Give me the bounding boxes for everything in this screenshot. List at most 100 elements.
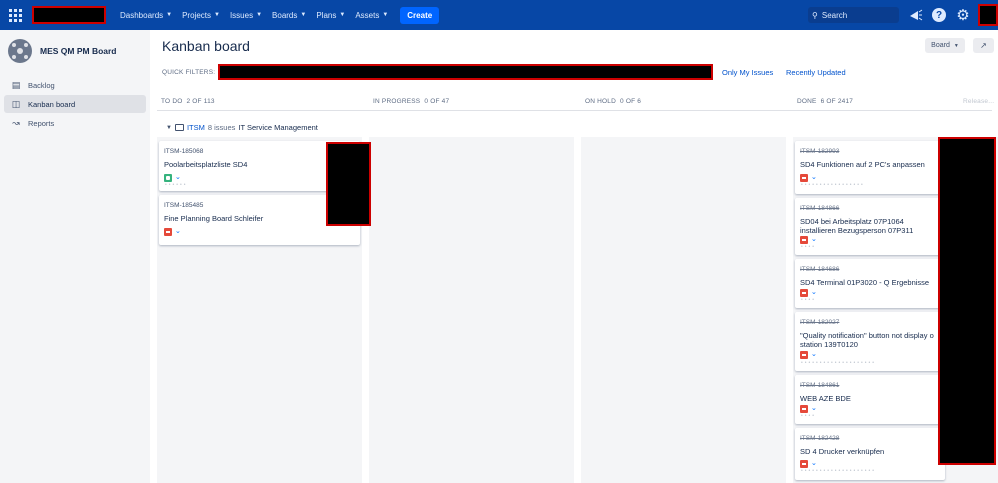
page-title: Kanban board bbox=[162, 38, 250, 54]
expand-icon[interactable]: ↗ bbox=[973, 38, 994, 53]
priority-low-icon: ⌄ bbox=[811, 289, 817, 296]
search-input[interactable] bbox=[821, 10, 892, 20]
bug-icon bbox=[800, 236, 808, 244]
days-in-column-dots: •••••••••••••••••••• bbox=[801, 360, 877, 366]
column-header-todo: TO DO 2 OF 113 bbox=[157, 92, 362, 110]
issue-card[interactable]: ITSM-182993 SD4 Funktionen auf 2 PC's an… bbox=[795, 141, 945, 194]
chevron-down-icon: ▼ bbox=[214, 12, 220, 18]
nav-projects[interactable]: Projects ▼ bbox=[182, 11, 220, 20]
project-name: MES QM PM Board bbox=[40, 46, 117, 56]
issue-key[interactable]: ITSM-185485 bbox=[164, 202, 203, 209]
chevron-down-icon: ▼ bbox=[339, 12, 346, 18]
column-count: 2 OF 113 bbox=[186, 97, 215, 105]
column-header-on-hold: ON HOLD 0 OF 6 bbox=[581, 92, 786, 110]
chevron-down-icon: ▼ bbox=[953, 42, 959, 49]
column-name: ON HOLD bbox=[585, 97, 617, 105]
issue-card[interactable]: ITSM-182027 "Quality notification" butto… bbox=[795, 312, 945, 371]
release-link[interactable]: Release... bbox=[963, 98, 994, 105]
main-content: Kanban board Board ▼ ↗ QUICK FILTERS: On… bbox=[150, 30, 998, 483]
priority-low-icon: ⌄ bbox=[811, 405, 817, 412]
column-count: 0 OF 47 bbox=[424, 97, 450, 105]
bug-icon bbox=[164, 228, 172, 236]
board-button-label: Board bbox=[931, 42, 950, 49]
issue-key[interactable]: ITSM-182027 bbox=[800, 319, 839, 326]
column-in-progress bbox=[369, 137, 574, 483]
days-in-column-dots: •••• bbox=[801, 244, 817, 250]
bug-icon bbox=[800, 289, 808, 297]
sidebar: MES QM PM Board ▤ Backlog ◫ Kanban board… bbox=[0, 30, 150, 483]
backlog-icon: ▤ bbox=[11, 79, 21, 90]
days-in-column-dots: ••••••••••••••••• bbox=[801, 182, 865, 188]
sidebar-item-backlog[interactable]: ▤ Backlog bbox=[4, 76, 146, 94]
settings-icon[interactable]: ⚙ bbox=[955, 7, 971, 24]
priority-low-icon: ⌄ bbox=[811, 351, 817, 358]
issue-key[interactable]: ITSM-184861 bbox=[800, 382, 839, 389]
story-icon bbox=[164, 174, 172, 182]
issue-card[interactable]: ITSM-184861 WEB AZE BDE ⌄ •••• bbox=[795, 375, 945, 424]
redacted-quick-filters bbox=[218, 64, 713, 80]
apps-icon[interactable] bbox=[6, 6, 24, 24]
bug-icon bbox=[800, 405, 808, 413]
swimlane-name: IT Service Management bbox=[238, 123, 318, 132]
issue-key[interactable]: ITSM-182993 bbox=[800, 148, 839, 155]
redacted-done-area bbox=[938, 137, 996, 465]
nav-issues[interactable]: Issues ▼ bbox=[230, 11, 262, 20]
quick-filters-label: QUICK FILTERS: bbox=[162, 69, 216, 76]
sidebar-item-label: Kanban board bbox=[28, 99, 76, 109]
swimlane-count: 8 issues bbox=[207, 123, 236, 132]
swimlane-header[interactable]: ▼ ITSM 8 issues IT Service Management bbox=[166, 123, 318, 132]
days-in-column-dots: •••• bbox=[801, 297, 817, 303]
create-button[interactable]: Create bbox=[400, 6, 440, 24]
column-name: IN PROGRESS bbox=[373, 97, 421, 105]
quick-filter-recently-updated[interactable]: Recently Updated bbox=[786, 68, 846, 77]
issue-card[interactable]: ITSM-182428 SD 4 Drucker verknüpfen ⌄ ••… bbox=[795, 428, 945, 480]
nav-assets[interactable]: Assets ▼ bbox=[355, 11, 388, 20]
sidebar-item-label: Reports bbox=[28, 118, 55, 128]
nav-boards[interactable]: Boards ▼ bbox=[272, 11, 306, 20]
swimlane-key: ITSM bbox=[186, 123, 205, 132]
days-in-column-dots: •••••••••••••••••••• bbox=[801, 468, 877, 474]
board-icon: ◫ bbox=[11, 98, 21, 109]
bug-icon bbox=[800, 460, 808, 468]
issue-summary: SD4 Funktionen auf 2 PC's anpassen bbox=[800, 160, 925, 169]
project-header: MES QM PM Board bbox=[0, 30, 150, 66]
issue-card[interactable]: ITSM-184866 SD04 bei Arbeitsplatz 07P106… bbox=[795, 198, 945, 255]
priority-low-icon: ⌄ bbox=[175, 174, 181, 181]
issue-summary: "Quality notification" button not displa… bbox=[800, 331, 934, 349]
days-in-column-dots: •••• bbox=[801, 413, 817, 419]
nav-dashboards[interactable]: Dashboards ▼ bbox=[120, 11, 172, 20]
column-header-done: DONE 6 OF 2417 Release... bbox=[793, 92, 998, 110]
issue-key[interactable]: ITSM-184686 bbox=[800, 266, 839, 273]
issue-key[interactable]: ITSM-182428 bbox=[800, 435, 839, 442]
nav-plans[interactable]: Plans ▼ bbox=[316, 11, 345, 20]
sidebar-item-kanban-board[interactable]: ◫ Kanban board bbox=[4, 95, 146, 113]
issue-key[interactable]: ITSM-184866 bbox=[800, 205, 839, 212]
priority-low-icon: ⌄ bbox=[811, 460, 817, 467]
sidebar-item-label: Backlog bbox=[28, 80, 55, 90]
column-count: 0 OF 6 bbox=[620, 97, 642, 105]
search-box[interactable]: ⚲ bbox=[808, 7, 899, 23]
issue-card[interactable]: ITSM-184686 SD4 Terminal 01P3020 - Q Erg… bbox=[795, 259, 945, 308]
reports-icon: ↝ bbox=[12, 117, 20, 128]
chevron-down-icon: ▼ bbox=[166, 12, 173, 18]
issue-summary: SD4 Terminal 01P3020 - Q Ergebnisse bbox=[800, 278, 930, 287]
redacted-logo bbox=[32, 6, 106, 24]
issue-key[interactable]: ITSM-185068 bbox=[164, 148, 203, 155]
chevron-down-icon: ▼ bbox=[382, 12, 389, 18]
sidebar-item-reports[interactable]: ↝ Reports bbox=[4, 114, 146, 132]
notifications-icon[interactable] bbox=[908, 7, 924, 23]
top-navigation: Dashboards ▼ Projects ▼ Issues ▼ Boards ▼ Pl… bbox=[0, 0, 998, 30]
column-on-hold bbox=[581, 137, 786, 483]
help-icon[interactable]: ? bbox=[932, 8, 946, 22]
column-header-in-progress: IN PROGRESS 0 OF 47 bbox=[369, 92, 574, 110]
issue-summary: Fine Planning Board Schleifer bbox=[164, 214, 264, 223]
priority-low-icon: ⌄ bbox=[811, 174, 817, 181]
days-in-column-dots: •••••• bbox=[165, 182, 188, 188]
bug-icon bbox=[800, 174, 808, 182]
chevron-down-icon: ▼ bbox=[256, 12, 263, 18]
issue-summary: WEB AZE BDE bbox=[800, 394, 851, 403]
redacted-avatar[interactable] bbox=[978, 4, 998, 26]
board-menu-button[interactable]: Board ▼ bbox=[925, 38, 965, 53]
quick-filter-only-my-issues[interactable]: Only My Issues bbox=[722, 68, 773, 77]
issue-summary: SD 4 Drucker verknüpfen bbox=[800, 447, 885, 456]
